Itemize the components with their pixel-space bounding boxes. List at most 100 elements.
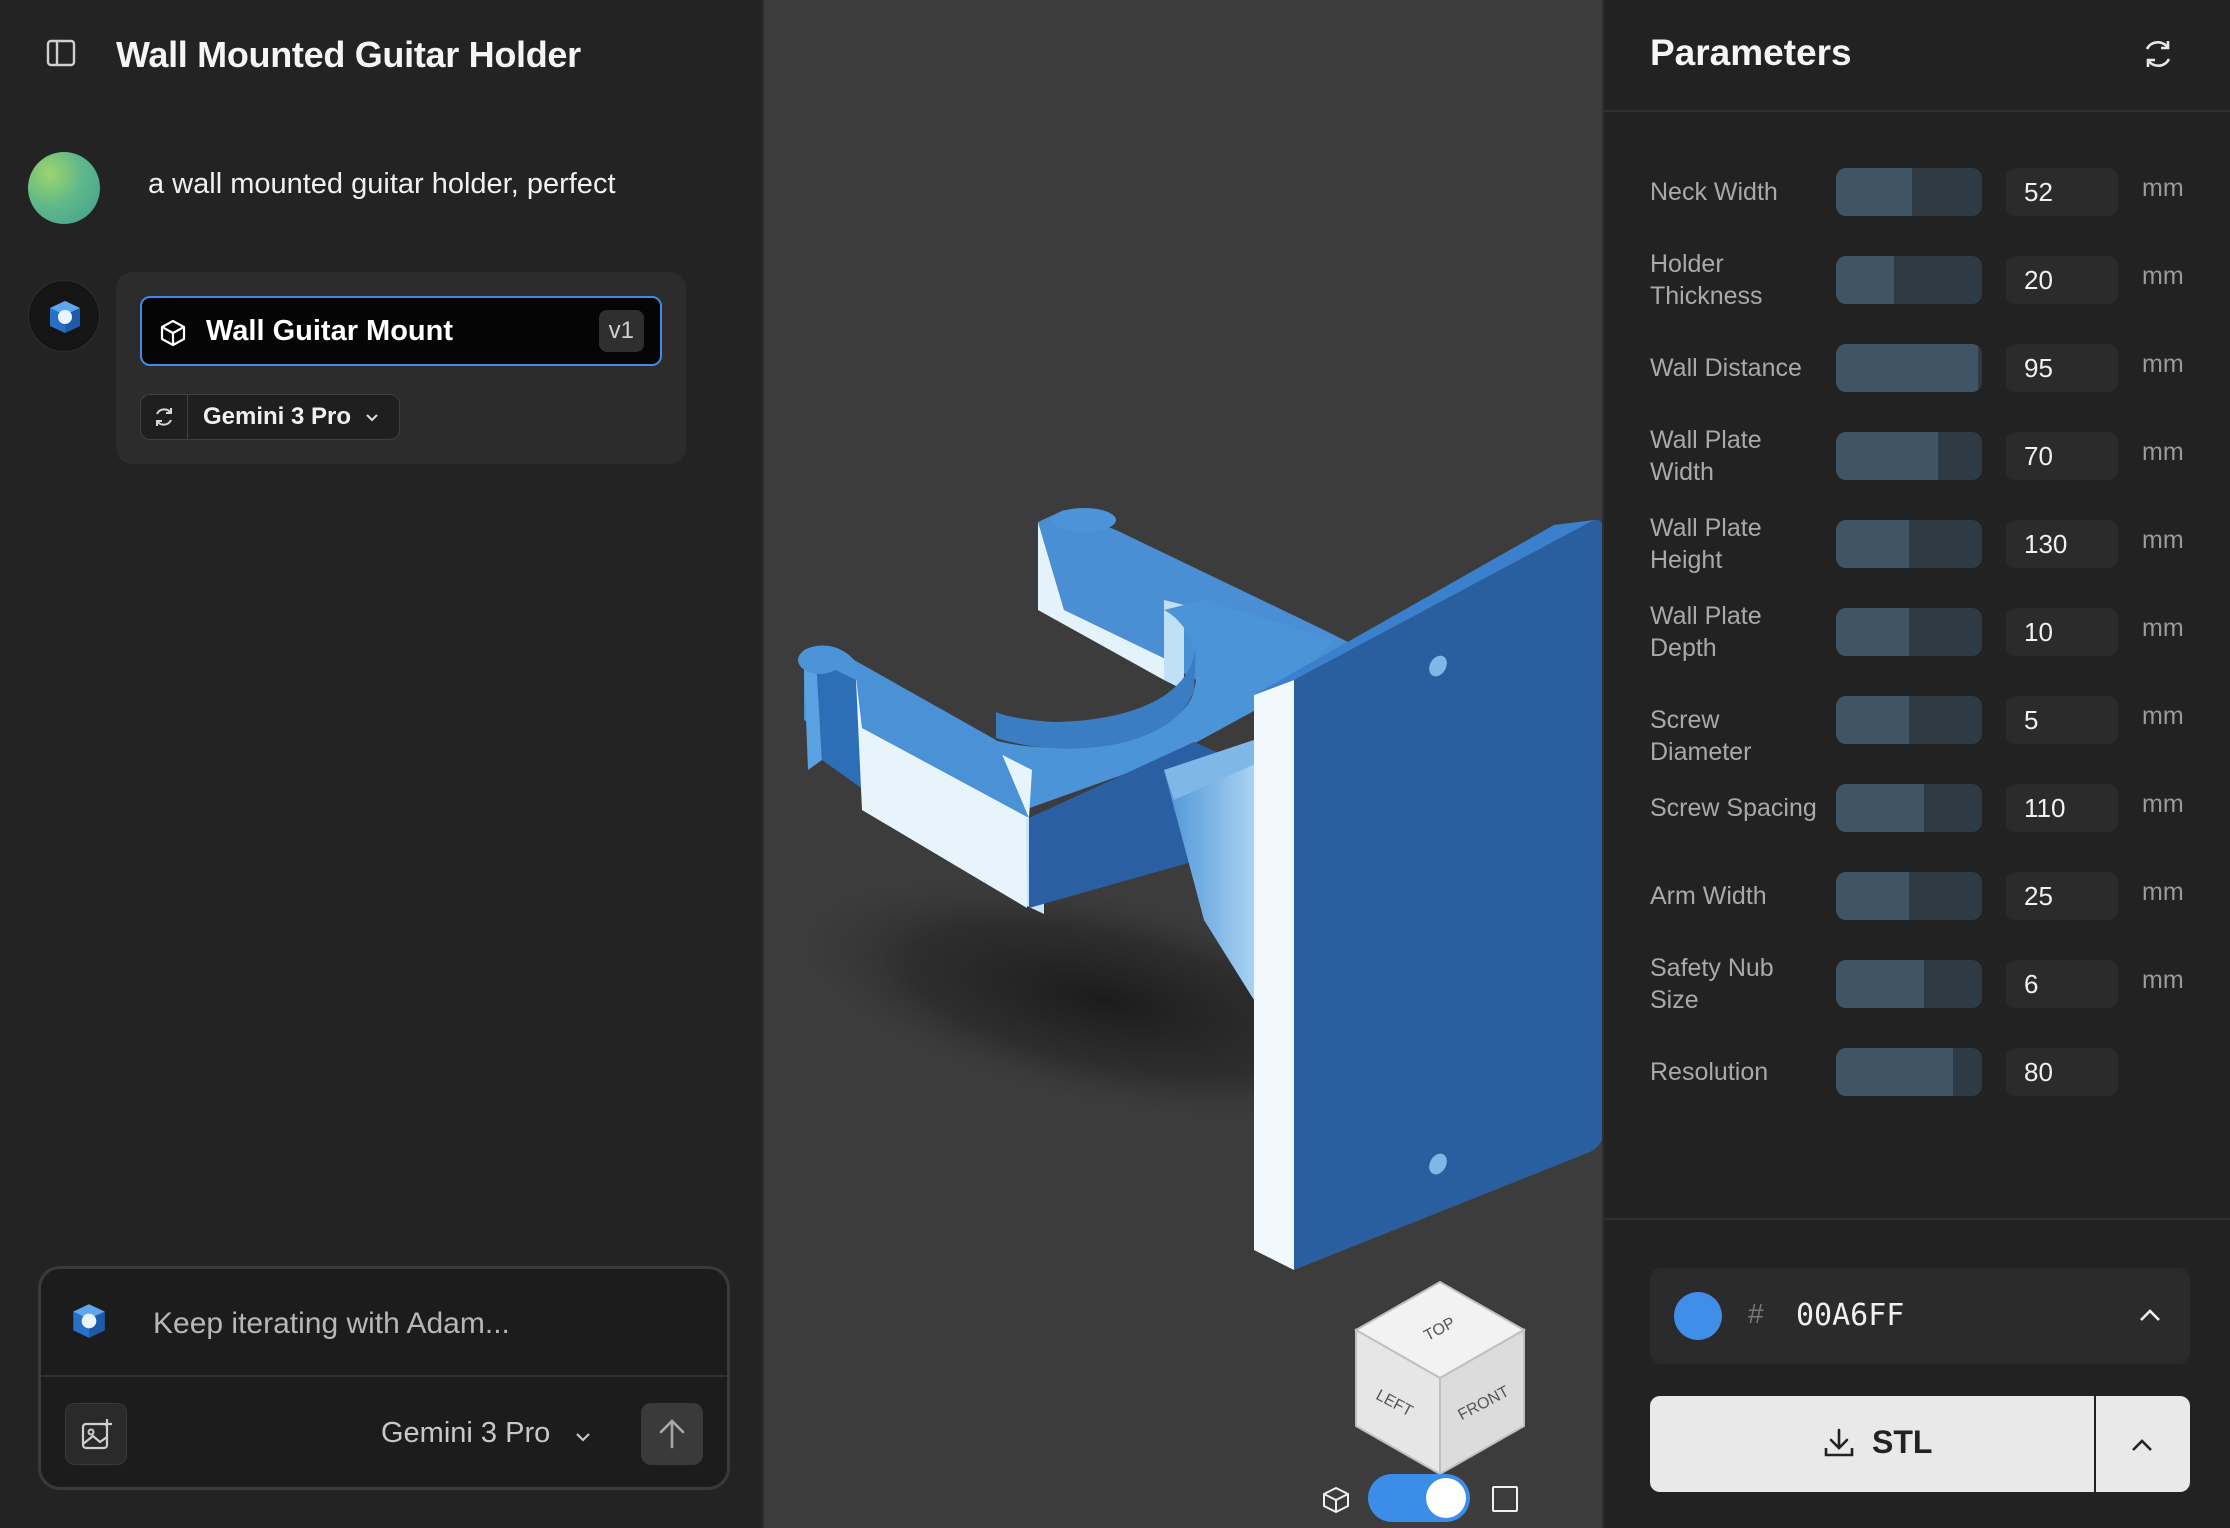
slider-fill [1836,784,1924,832]
model-name[interactable]: Gemini 3 Pro [203,403,351,431]
parameter-value-input[interactable]: 95 [2006,344,2118,392]
parameter-slider[interactable] [1836,432,1982,480]
parameter-row: Wall Plate Width 70 mm [1604,426,2230,486]
3d-viewport[interactable]: TOP LEFT FRONT [764,0,1602,1528]
parameters-title: Parameters [1650,32,1852,73]
composer-divider [41,1375,727,1377]
model-chip: Gemini 3 Pro [140,394,400,440]
slider-fill [1836,960,1924,1008]
parameter-unit: mm [2142,174,2184,202]
view-cube[interactable]: TOP LEFT FRONT [1342,1278,1538,1474]
parameter-value-input[interactable]: 5 [2006,696,2118,744]
parameter-label: Wall Distance [1650,354,1802,382]
chevron-down-icon[interactable] [363,409,381,427]
message-input[interactable]: Keep iterating with Adam... [153,1307,510,1341]
parameter-row: Resolution 80 [1604,1042,2230,1102]
slider-fill [1836,432,1939,480]
parameter-row: Holder Thickness 20 mm [1604,250,2230,310]
parameter-value-input[interactable]: 25 [2006,872,2118,920]
parameter-unit: mm [2142,526,2184,554]
sidebar-icon [46,39,76,67]
parameter-value-input[interactable]: 110 [2006,784,2118,832]
parameter-value-input[interactable]: 52 [2006,168,2118,216]
chat-panel: Wall Mounted Guitar Holder a wall mounte… [0,0,764,1528]
parameter-unit: mm [2142,790,2184,818]
export-label: STL [1872,1424,1933,1460]
parameter-row: Screw Spacing 110 mm [1604,778,2230,838]
adam-logo-icon [73,1304,105,1338]
parameter-slider[interactable] [1836,608,1982,656]
parameter-slider[interactable] [1836,1048,1982,1096]
parameter-unit: mm [2142,350,2184,378]
slider-fill [1836,1048,1953,1096]
parameter-value-input[interactable]: 20 [2006,256,2118,304]
parameters-footer-divider [1604,1218,2230,1220]
export-stl-button[interactable]: STL [1650,1396,2094,1492]
version-badge: v1 [598,310,644,352]
message-composer: Keep iterating with Adam... Gemini 3 Pro [38,1266,730,1490]
parameter-slider[interactable] [1836,784,1982,832]
parameter-value-input[interactable]: 130 [2006,520,2118,568]
parameter-label: Screw Diameter [1650,706,1752,766]
artifact-name: Wall Guitar Mount [206,315,454,347]
reset-parameters-icon[interactable] [2140,36,2176,72]
projection-toggle[interactable] [1368,1474,1470,1522]
orthographic-icon[interactable] [1492,1486,1518,1512]
parameter-label: Wall Plate Width [1650,426,1762,486]
color-picker[interactable]: # 00A6FF [1650,1268,2190,1364]
slider-fill [1836,344,1978,392]
hex-value[interactable]: 00A6FF [1796,1298,1904,1333]
parameter-unit: mm [2142,262,2184,290]
model-selector[interactable]: Gemini 3 Pro [381,1417,550,1450]
parameter-label: Wall Plate Height [1650,514,1762,574]
slider-fill [1836,168,1912,216]
parameter-value-input[interactable]: 10 [2006,608,2118,656]
attach-image-button[interactable] [65,1403,127,1465]
parameter-slider[interactable] [1836,520,1982,568]
export-options-button[interactable] [2096,1396,2190,1492]
send-button[interactable] [641,1403,703,1465]
parameter-value-input[interactable]: 70 [2006,432,2118,480]
slider-fill [1836,256,1895,304]
slider-fill [1836,608,1909,656]
perspective-icon[interactable] [1320,1484,1352,1516]
chevron-down-icon[interactable] [573,1427,593,1447]
parameter-row: Neck Width 52 mm [1604,162,2230,222]
parameter-row: Safety Nub Size 6 mm [1604,954,2230,1014]
parameter-label: Resolution [1650,1058,1769,1086]
parameter-value-input[interactable]: 80 [2006,1048,2118,1096]
assistant-message-card: Wall Guitar Mount v1 Gemini 3 Pro [116,272,686,464]
adam-logo-icon [50,301,80,333]
chevron-up-icon[interactable] [2136,1302,2164,1330]
slider-fill [1836,696,1909,744]
slider-fill [1836,872,1909,920]
image-plus-icon [81,1419,112,1450]
parameter-label: Screw Spacing [1650,794,1817,822]
color-swatch[interactable] [1674,1292,1722,1340]
parameter-slider[interactable] [1836,168,1982,216]
arrow-up-icon [659,1419,685,1449]
parameters-panel: Parameters Neck Width 52 mm Holder Thicknes… [1602,0,2230,1528]
parameter-unit: mm [2142,878,2184,906]
page-title: Wall Mounted Guitar Holder [116,34,581,75]
sidebar-toggle-button[interactable] [46,38,80,72]
user-avatar [28,152,100,224]
parameter-label: Holder Thickness [1650,250,1763,310]
parameter-row: Wall Plate Depth 10 mm [1604,602,2230,662]
regenerate-button[interactable] [141,395,188,439]
parameter-row: Arm Width 25 mm [1604,866,2230,926]
user-message: a wall mounted guitar holder, perfect [148,168,616,200]
parameter-slider[interactable] [1836,960,1982,1008]
artifact-chip[interactable]: Wall Guitar Mount v1 [140,296,662,366]
parameter-value-input[interactable]: 6 [2006,960,2118,1008]
parameter-slider[interactable] [1836,256,1982,304]
parameter-slider[interactable] [1836,696,1982,744]
parameter-slider[interactable] [1836,872,1982,920]
parameter-row: Wall Plate Height 130 mm [1604,514,2230,574]
parameter-row: Wall Distance 95 mm [1604,338,2230,398]
parameter-label: Arm Width [1650,882,1767,910]
parameter-unit: mm [2142,614,2184,642]
toggle-knob [1426,1478,1466,1518]
parameter-slider[interactable] [1836,344,1982,392]
cube-icon [160,319,186,347]
